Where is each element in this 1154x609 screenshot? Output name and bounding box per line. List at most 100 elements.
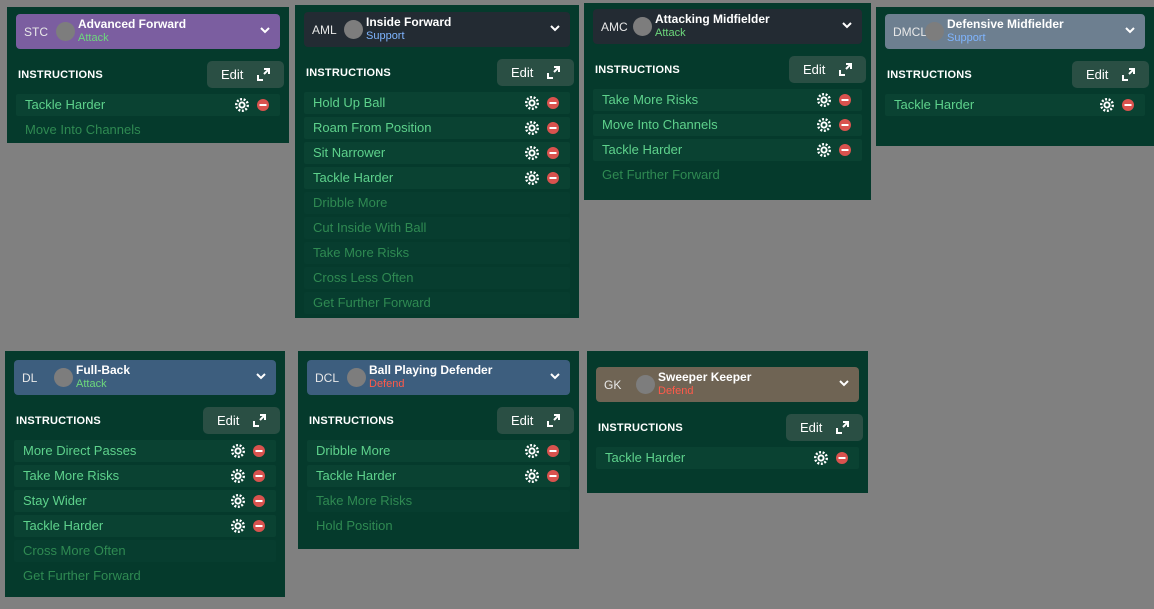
remove-icon[interactable]	[546, 469, 560, 483]
instruction-item[interactable]: Take More Risks	[14, 465, 276, 487]
remove-icon[interactable]	[252, 519, 266, 533]
edit-button[interactable]: Edit	[207, 61, 284, 88]
remove-icon[interactable]	[835, 451, 849, 465]
instruction-item[interactable]: Dribble More	[304, 192, 570, 214]
edit-button[interactable]: Edit	[203, 407, 280, 434]
instruction-item[interactable]: Tackle Harder	[16, 94, 280, 116]
role-header[interactable]: DL Full-Back Attack	[14, 360, 276, 395]
player-avatar	[925, 22, 944, 41]
instruction-item[interactable]: Tackle Harder	[593, 139, 862, 161]
instructions-row: INSTRUCTIONS Edit	[589, 54, 866, 86]
role-header[interactable]: STC Advanced Forward Attack	[16, 14, 280, 49]
instruction-item[interactable]: Cross More Often	[14, 540, 276, 562]
instruction-item[interactable]: More Direct Passes	[14, 440, 276, 462]
gear-icon[interactable]	[231, 494, 245, 508]
instruction-list: Tackle Harder	[592, 447, 863, 469]
gear-icon[interactable]	[1100, 98, 1114, 112]
remove-icon[interactable]	[256, 98, 270, 112]
position-label: STC	[24, 25, 48, 39]
instruction-item[interactable]: Tackle Harder	[304, 167, 570, 189]
role-header[interactable]: AMC Attacking Midfielder Attack	[593, 9, 862, 44]
instructions-heading: INSTRUCTIONS	[309, 415, 394, 427]
remove-icon[interactable]	[546, 121, 560, 135]
instruction-item[interactable]: Hold Position	[307, 515, 570, 537]
edit-button[interactable]: Edit	[497, 407, 574, 434]
gear-icon[interactable]	[525, 96, 539, 110]
instruction-item[interactable]: Roam From Position	[304, 117, 570, 139]
instruction-item[interactable]: Get Further Forward	[304, 292, 570, 314]
chevron-down-icon[interactable]	[840, 18, 854, 32]
instruction-item[interactable]: Tackle Harder	[14, 515, 276, 537]
instruction-item[interactable]: Hold Up Ball	[304, 92, 570, 114]
gear-icon[interactable]	[231, 444, 245, 458]
instruction-label: Get Further Forward	[23, 568, 141, 583]
instruction-item[interactable]: Cross Less Often	[304, 267, 570, 289]
gear-icon[interactable]	[817, 93, 831, 107]
instruction-label: Get Further Forward	[313, 295, 431, 310]
instruction-label: Tackle Harder	[23, 518, 104, 533]
role-header[interactable]: DCL Ball Playing Defender Defend	[307, 360, 570, 395]
gear-icon[interactable]	[231, 469, 245, 483]
role-card-stc: STC Advanced Forward Attack INSTRUCTIONS…	[7, 7, 289, 143]
chevron-down-icon[interactable]	[258, 23, 272, 37]
edit-button[interactable]: Edit	[786, 414, 863, 441]
instruction-label: Move Into Channels	[25, 122, 141, 137]
remove-icon[interactable]	[838, 143, 852, 157]
remove-icon[interactable]	[1121, 98, 1135, 112]
instruction-label: Stay Wider	[23, 493, 87, 508]
edit-button-label: Edit	[511, 65, 534, 80]
instruction-item[interactable]: Dribble More	[307, 440, 570, 462]
instruction-label: Hold Position	[316, 518, 393, 533]
role-header[interactable]: AML Inside Forward Support	[304, 12, 570, 47]
edit-button[interactable]: Edit	[1072, 61, 1149, 88]
instruction-item[interactable]: Take More Risks	[307, 490, 570, 512]
edit-button[interactable]: Edit	[497, 59, 574, 86]
chevron-down-icon[interactable]	[548, 369, 562, 383]
instruction-item[interactable]: Move Into Channels	[16, 119, 280, 141]
role-header[interactable]: GK Sweeper Keeper Defend	[596, 367, 859, 402]
remove-icon[interactable]	[838, 93, 852, 107]
instruction-item[interactable]: Sit Narrower	[304, 142, 570, 164]
remove-icon[interactable]	[252, 469, 266, 483]
gear-icon[interactable]	[817, 143, 831, 157]
instruction-item[interactable]: Move Into Channels	[593, 114, 862, 136]
role-name: Advanced Forward	[78, 17, 187, 31]
instruction-item[interactable]: Take More Risks	[593, 89, 862, 111]
gear-icon[interactable]	[525, 171, 539, 185]
gear-icon[interactable]	[525, 146, 539, 160]
instruction-item[interactable]: Tackle Harder	[307, 465, 570, 487]
chevron-down-icon[interactable]	[254, 369, 268, 383]
instruction-label: Cut Inside With Ball	[313, 220, 427, 235]
remove-icon[interactable]	[546, 146, 560, 160]
chevron-down-icon[interactable]	[548, 21, 562, 35]
remove-icon[interactable]	[252, 494, 266, 508]
remove-icon[interactable]	[546, 171, 560, 185]
instructions-heading: INSTRUCTIONS	[16, 415, 101, 427]
instruction-item[interactable]: Get Further Forward	[593, 164, 862, 186]
instruction-item[interactable]: Cut Inside With Ball	[304, 217, 570, 239]
edit-button-label: Edit	[511, 413, 534, 428]
edit-button[interactable]: Edit	[789, 56, 866, 83]
gear-icon[interactable]	[525, 121, 539, 135]
instruction-item[interactable]: Tackle Harder	[596, 447, 859, 469]
remove-icon[interactable]	[838, 118, 852, 132]
remove-icon[interactable]	[252, 444, 266, 458]
remove-icon[interactable]	[546, 444, 560, 458]
gear-icon[interactable]	[814, 451, 828, 465]
gear-icon[interactable]	[235, 98, 249, 112]
instruction-label: Get Further Forward	[602, 167, 720, 182]
instruction-label: Take More Risks	[313, 245, 410, 260]
instruction-item[interactable]: Take More Risks	[304, 242, 570, 264]
gear-icon[interactable]	[231, 519, 245, 533]
instruction-item[interactable]: Tackle Harder	[885, 94, 1145, 116]
gear-icon[interactable]	[525, 444, 539, 458]
role-header[interactable]: DMCL Defensive Midfielder Support	[885, 14, 1145, 49]
gear-icon[interactable]	[817, 118, 831, 132]
instruction-item[interactable]: Get Further Forward	[14, 565, 276, 587]
gear-icon[interactable]	[525, 469, 539, 483]
remove-icon[interactable]	[546, 96, 560, 110]
chevron-down-icon[interactable]	[837, 376, 851, 390]
chevron-down-icon[interactable]	[1123, 23, 1137, 37]
instruction-item[interactable]: Stay Wider	[14, 490, 276, 512]
player-avatar	[56, 22, 75, 41]
